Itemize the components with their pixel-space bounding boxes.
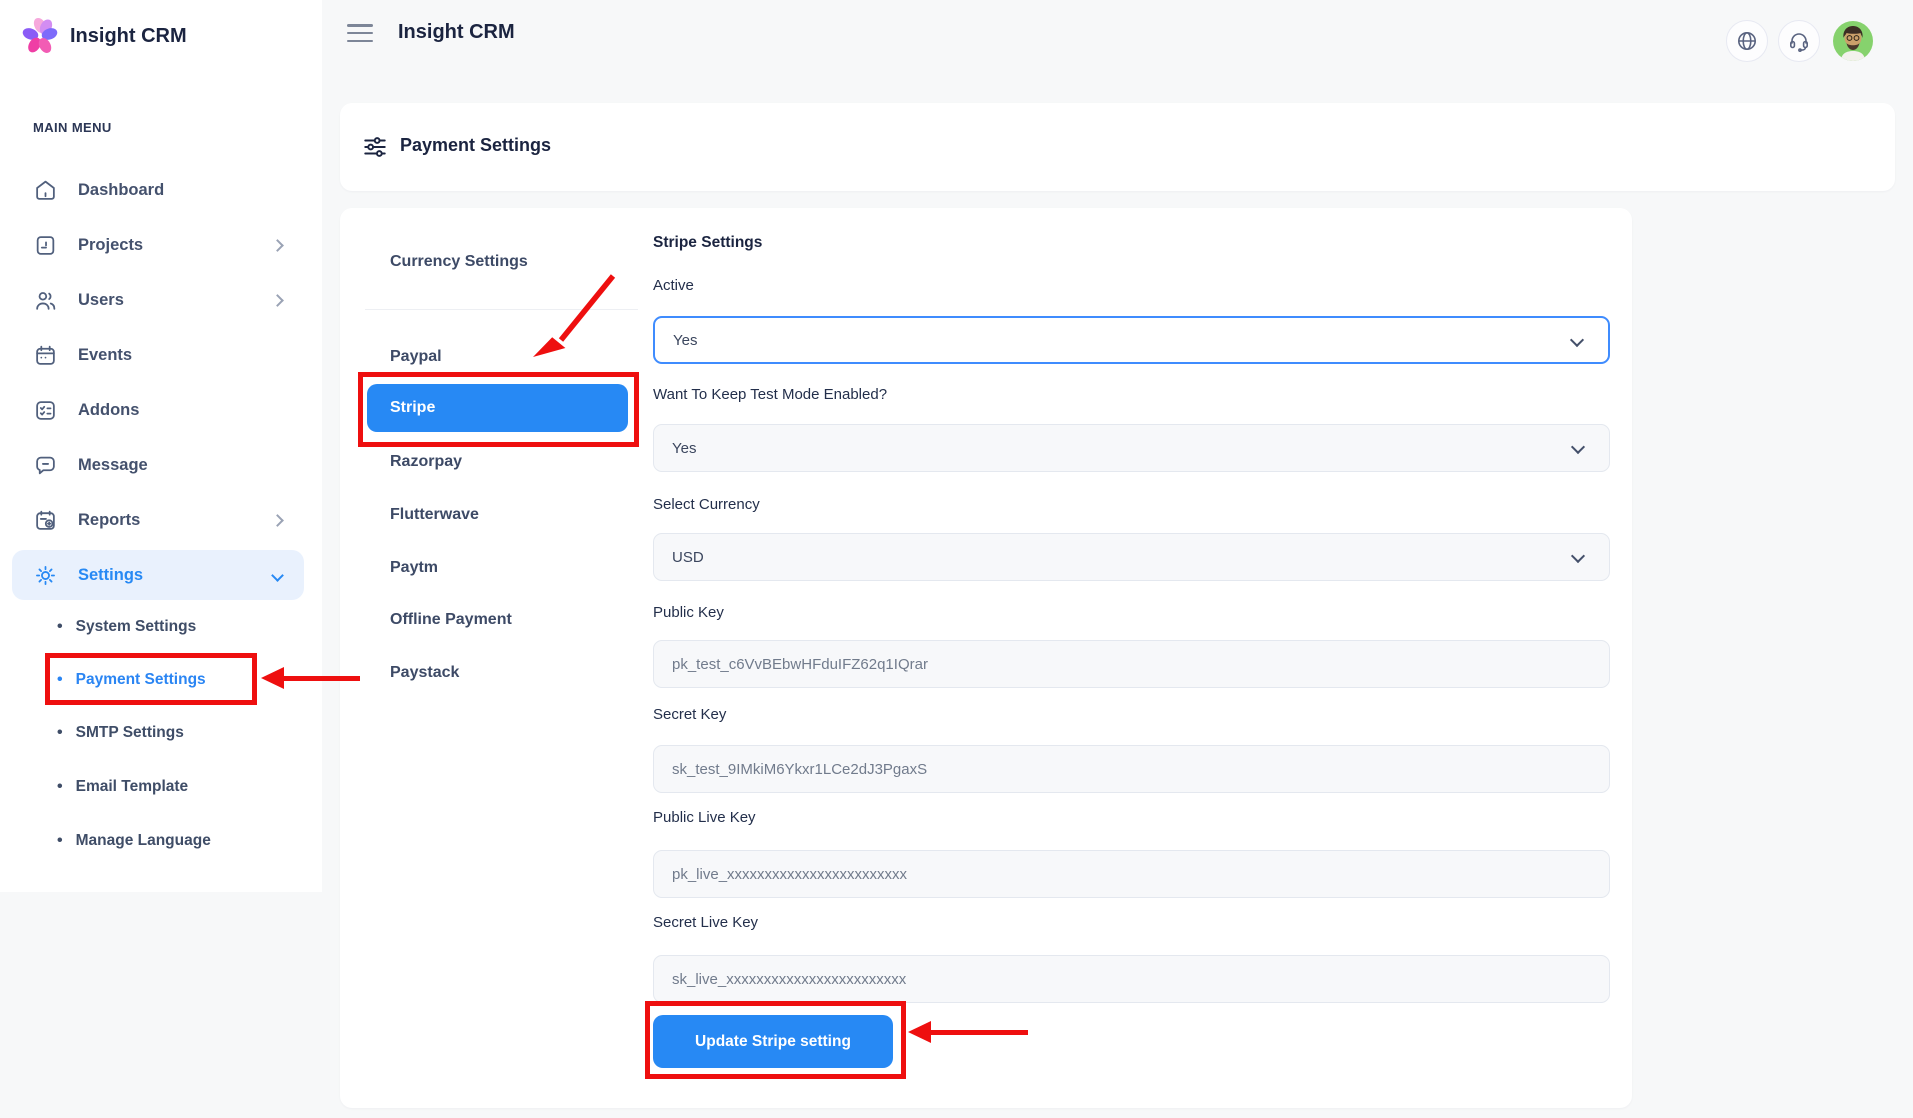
sidebar-item-label: Addons bbox=[78, 401, 139, 420]
tab-label: Currency Settings bbox=[390, 253, 528, 271]
field-label-test-mode: Want To Keep Test Mode Enabled? bbox=[653, 386, 887, 408]
field-label-secret-key: Secret Key bbox=[653, 706, 726, 728]
tab-razorpay[interactable]: Razorpay bbox=[390, 447, 462, 477]
sidebar-item-label: Message bbox=[78, 456, 148, 475]
tab-paystack[interactable]: Paystack bbox=[390, 658, 459, 688]
tab-label: Stripe bbox=[390, 399, 435, 417]
tab-stripe[interactable]: Stripe bbox=[367, 384, 628, 432]
menu-icon[interactable] bbox=[347, 24, 373, 44]
subitem-label: Payment Settings bbox=[76, 671, 206, 689]
subitem-label: System Settings bbox=[76, 618, 197, 636]
brand-logo[interactable]: Insight CRM bbox=[20, 16, 187, 56]
sidebar-subitem-payment-settings[interactable]: Payment Settings bbox=[57, 665, 206, 695]
field-label-public-key: Public Key bbox=[653, 604, 724, 626]
sidebar-item-projects[interactable]: Projects bbox=[12, 220, 304, 270]
report-icon bbox=[34, 509, 57, 532]
sidebar-item-message[interactable]: Message bbox=[12, 440, 304, 490]
brand-name: Insight CRM bbox=[70, 25, 187, 48]
page-header-card: Payment Settings bbox=[340, 103, 1895, 191]
active-select[interactable]: Yes bbox=[653, 316, 1610, 364]
chevron-down-icon bbox=[1570, 333, 1584, 347]
subitem-label: SMTP Settings bbox=[76, 724, 184, 742]
tab-flutterwave[interactable]: Flutterwave bbox=[390, 500, 479, 530]
field-label-currency: Select Currency bbox=[653, 496, 760, 518]
tab-label: Flutterwave bbox=[390, 506, 479, 524]
avatar-image bbox=[1833, 21, 1873, 61]
tab-label: Paytm bbox=[390, 559, 438, 577]
public-key-input[interactable] bbox=[653, 640, 1610, 688]
document-icon bbox=[34, 234, 57, 257]
sidebar-item-events[interactable]: Events bbox=[12, 330, 304, 380]
sidebar-subitem-manage-language[interactable]: Manage Language bbox=[57, 826, 211, 856]
select-value: Yes bbox=[672, 440, 696, 457]
sidebar-section-label: MAIN MENU bbox=[33, 120, 112, 135]
public-live-key-input[interactable] bbox=[653, 850, 1610, 898]
sidebar-item-users[interactable]: Users bbox=[12, 275, 304, 325]
sidebar-item-reports[interactable]: Reports bbox=[12, 495, 304, 545]
secret-live-key-input[interactable] bbox=[653, 955, 1610, 1003]
globe-button[interactable] bbox=[1726, 20, 1768, 62]
field-label-public-live-key: Public Live Key bbox=[653, 809, 756, 831]
sidebar-subitem-email-template[interactable]: Email Template bbox=[57, 772, 188, 802]
sidebar-item-addons[interactable]: Addons bbox=[12, 385, 304, 435]
sidebar-item-label: Dashboard bbox=[78, 181, 164, 200]
checklist-icon bbox=[34, 399, 57, 422]
currency-select[interactable]: USD bbox=[653, 533, 1610, 581]
chevron-down-icon bbox=[1571, 549, 1585, 563]
chevron-down-icon bbox=[271, 569, 284, 582]
calendar-icon bbox=[34, 344, 57, 367]
tab-offline-payment[interactable]: Offline Payment bbox=[390, 605, 512, 635]
users-icon bbox=[34, 289, 57, 312]
divider bbox=[365, 309, 638, 310]
page-title: Payment Settings bbox=[400, 135, 551, 156]
chevron-right-icon bbox=[271, 294, 284, 307]
tab-label: Paystack bbox=[390, 664, 459, 682]
chevron-right-icon bbox=[271, 514, 284, 527]
sidebar-item-label: Settings bbox=[78, 566, 143, 585]
user-avatar[interactable] bbox=[1833, 21, 1873, 61]
sidebar-item-dashboard[interactable]: Dashboard bbox=[12, 165, 304, 215]
select-value: Yes bbox=[673, 332, 697, 349]
tab-paytm[interactable]: Paytm bbox=[390, 553, 438, 583]
gear-icon bbox=[34, 564, 57, 587]
tab-paypal[interactable]: Paypal bbox=[390, 342, 442, 372]
select-value: USD bbox=[672, 549, 704, 566]
globe-icon bbox=[1736, 30, 1758, 52]
chevron-down-icon bbox=[1571, 440, 1585, 454]
tab-label: Paypal bbox=[390, 348, 442, 366]
sidebar-subitem-smtp-settings[interactable]: SMTP Settings bbox=[57, 718, 184, 748]
tab-label: Razorpay bbox=[390, 453, 462, 471]
secret-key-input[interactable] bbox=[653, 745, 1610, 793]
tab-currency-settings[interactable]: Currency Settings bbox=[390, 247, 528, 277]
headset-icon bbox=[1788, 30, 1810, 52]
sidebar-item-label: Projects bbox=[78, 236, 143, 255]
flower-logo-icon bbox=[20, 16, 60, 56]
update-stripe-setting-button[interactable]: Update Stripe setting bbox=[653, 1015, 893, 1068]
chat-icon bbox=[34, 454, 57, 477]
field-label-secret-live-key: Secret Live Key bbox=[653, 914, 758, 936]
sidebar-item-label: Reports bbox=[78, 511, 140, 530]
subitem-label: Email Template bbox=[76, 778, 189, 796]
sidebar-item-label: Events bbox=[78, 346, 132, 365]
payment-settings-card: Currency Settings Paypal Stripe Razorpay… bbox=[340, 208, 1632, 1108]
test-mode-select[interactable]: Yes bbox=[653, 424, 1610, 472]
sidebar: Insight CRM MAIN MENU Dashboard Projects… bbox=[0, 0, 322, 892]
support-button[interactable] bbox=[1778, 20, 1820, 62]
home-icon bbox=[34, 179, 57, 202]
sidebar-item-label: Users bbox=[78, 291, 124, 310]
app-title: Insight CRM bbox=[398, 21, 515, 44]
subitem-label: Manage Language bbox=[76, 832, 211, 850]
sliders-icon bbox=[362, 134, 388, 160]
form-heading: Stripe Settings bbox=[653, 234, 762, 252]
chevron-right-icon bbox=[271, 239, 284, 252]
field-label-active: Active bbox=[653, 277, 694, 299]
sidebar-subitem-system-settings[interactable]: System Settings bbox=[57, 612, 196, 642]
sidebar-item-settings[interactable]: Settings bbox=[12, 550, 304, 600]
tab-label: Offline Payment bbox=[390, 611, 512, 629]
